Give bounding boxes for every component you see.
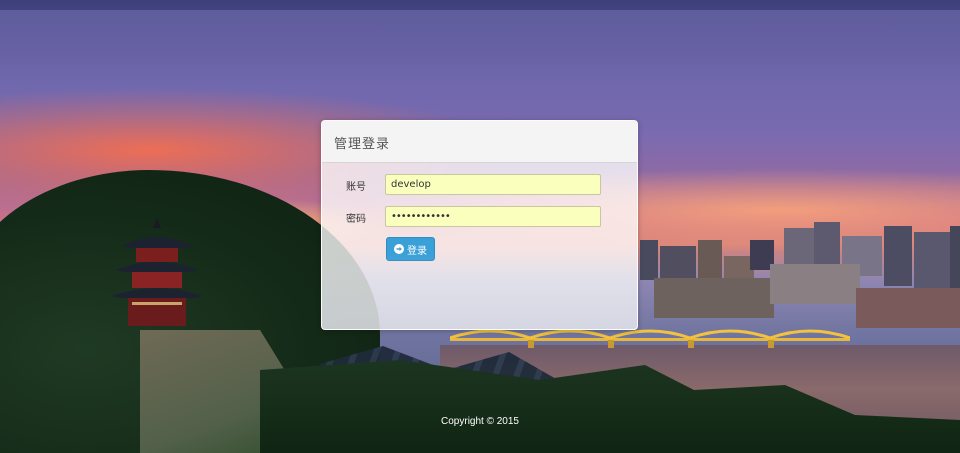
panel-title: 管理登录 xyxy=(334,137,391,152)
password-label: 密码 xyxy=(346,214,366,225)
building xyxy=(914,232,950,288)
clouds xyxy=(0,10,960,130)
circle-arrow-right-icon xyxy=(394,244,404,254)
panel-translucent-area xyxy=(322,251,637,329)
username-input[interactable] xyxy=(385,174,601,195)
password-row: 密码 xyxy=(322,206,639,228)
building xyxy=(856,288,960,328)
password-input[interactable] xyxy=(385,206,601,227)
building xyxy=(770,264,860,304)
building xyxy=(884,226,912,286)
login-button-label: 登录 xyxy=(407,245,427,257)
login-panel: 管理登录 账号 密码 登录 xyxy=(321,120,638,330)
panel-header: 管理登录 xyxy=(322,121,637,163)
username-label: 账号 xyxy=(346,182,366,193)
building xyxy=(660,246,696,280)
username-row: 账号 xyxy=(322,174,639,196)
building xyxy=(654,278,774,318)
building xyxy=(950,226,960,290)
login-button[interactable]: 登录 xyxy=(386,237,435,261)
copyright-text: Copyright © 2015 xyxy=(441,416,519,427)
building xyxy=(640,240,658,280)
pagoda xyxy=(112,218,202,326)
